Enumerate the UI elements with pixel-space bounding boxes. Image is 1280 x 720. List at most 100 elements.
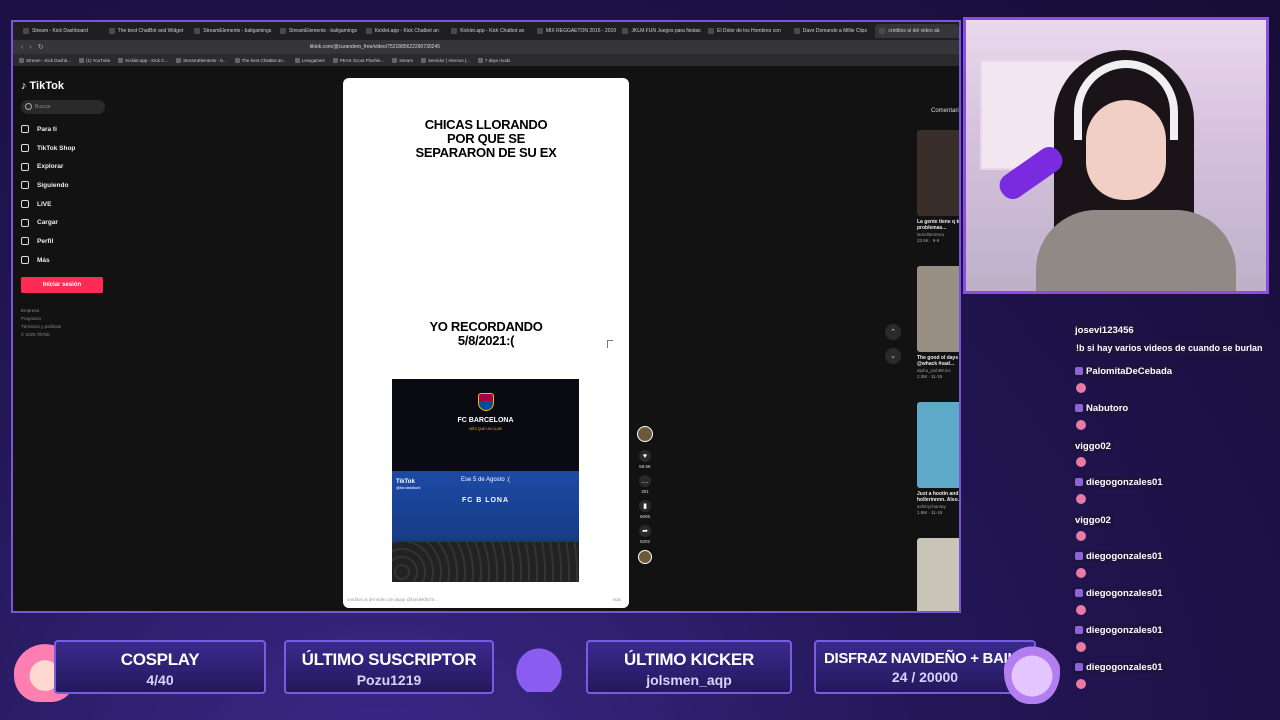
bookmark-item[interactable]: The best ChatBot an... (234, 57, 287, 63)
last-subscriber-value: Pozu1219 (356, 672, 422, 688)
bookmark-item[interactable]: Kicklet.app - Kick C... (118, 57, 168, 63)
video-overlay-text-1: CHICAS LLORANDO POR QUE SE SEPARARON DE … (415, 117, 557, 160)
login-button[interactable]: Iniciar sesión (21, 276, 103, 293)
sub-badge-icon (1075, 404, 1083, 412)
bookmark-favicon-icon (477, 57, 483, 63)
browser-tab[interactable]: StreamElements - baligamings (190, 24, 274, 38)
following-icon (21, 181, 29, 190)
costume-goal-title: DISFRAZ NAVIDEÑO + BAILE (823, 650, 1027, 667)
chat-username[interactable]: josevi123456 (1072, 324, 1137, 337)
chat-message: josevi123456 !b si hay varios videos de c… (1072, 320, 1272, 356)
sidebar-item[interactable]: Perfil (21, 232, 121, 251)
emote-icon (1076, 531, 1086, 541)
bookmark-item[interactable]: (1) YouTube (79, 57, 110, 63)
browser-tab[interactable]: Stream - Kick Dashboard (19, 24, 103, 38)
sidebar-item[interactable]: Siguiendo (21, 176, 121, 195)
bookmark-item[interactable]: stream (392, 57, 413, 63)
chat-username[interactable]: diegogonzales01 (1072, 549, 1166, 563)
sidebar-item[interactable]: LIVE (21, 195, 121, 214)
url-text[interactable]: tiktok.com/@curandero_free/video/7521885… (310, 44, 440, 50)
video-thumbnail (917, 130, 959, 216)
sidebar-item[interactable]: TikTok Shop (21, 139, 121, 158)
search-input[interactable]: Buscar (21, 100, 105, 114)
sidebar-item[interactable]: Para ti (21, 120, 121, 139)
chevron-up-icon: ⌃ (890, 329, 896, 336)
bookmark-item[interactable]: Servidor | Aternos |... (421, 57, 470, 63)
emote-icon (1076, 457, 1086, 467)
browser-tab[interactable]: The best ChatBot and Widget (105, 24, 189, 38)
chat-username[interactable]: Nabutoro (1072, 401, 1132, 415)
streamer-shirt (1036, 210, 1236, 291)
favicon-icon (365, 28, 372, 34)
comment-button[interactable]: … 301 (635, 475, 655, 494)
sound-disc[interactable] (638, 550, 652, 564)
emote-icon (1076, 642, 1086, 652)
share-button[interactable]: ➦ 9202 (635, 525, 655, 544)
save-button[interactable]: ▮ 6606 (635, 500, 655, 519)
chat-username[interactable]: diegogonzales01 (1072, 660, 1166, 674)
browser-tab[interactable]: Davo Domando a Millie Clips (790, 24, 874, 38)
footer-link[interactable]: Términos y políticas (21, 323, 121, 331)
footer-link[interactable]: © 2025 TikTok (21, 331, 121, 339)
bookmark-item[interactable]: PEAK Scout Plushie... (332, 57, 384, 63)
address-bar[interactable]: ‹ › ↻ tiktok.com/@curandero_free/video/7… (13, 40, 959, 54)
bookmarks-bar: Stream - Kick Dashb... (1) YouTube Kicklet… (13, 54, 959, 66)
video-actions: ♥ 58.9K … 301 ▮ 6606 ➦ 9202 (635, 426, 655, 572)
bookmark-favicon-icon (392, 57, 398, 63)
chat-message: diegogonzales01 (1072, 584, 1272, 615)
related-video-card[interactable] (917, 538, 959, 611)
cat-mascot-icon (510, 642, 568, 692)
related-video-card[interactable]: La gente tiene q tener problemas...lamel… (917, 130, 959, 243)
chat-username[interactable]: diegogonzales01 (1072, 623, 1166, 637)
caption-more-link[interactable]: más (612, 597, 621, 602)
tab-comments[interactable]: Comentari (931, 108, 959, 114)
clip-motto: MÉS QUE UN CLUB (469, 427, 502, 431)
reload-icon[interactable]: ↻ (38, 43, 44, 51)
chat-message: viggo02 (1072, 510, 1272, 541)
back-icon[interactable]: ‹ (21, 44, 23, 51)
next-video-button[interactable]: ⌄ (885, 348, 901, 364)
video-caption[interactable]: créditos al del video de abajo @fandeklb… (347, 597, 439, 602)
favicon-icon (708, 28, 715, 34)
browser-tab[interactable]: StreamElements - baligamings (276, 24, 360, 38)
related-video-card[interactable]: The good ol days @whack #sad... alpha_jos… (917, 266, 959, 379)
related-video-card[interactable]: Just a hootin and hollerinnnn. Also... as… (917, 402, 959, 515)
chat-username[interactable]: PalomitaDeCebada (1072, 364, 1176, 378)
last-kicker-value: jolsmen_aqp (646, 672, 732, 688)
chat-username[interactable]: viggo02 (1072, 440, 1114, 453)
like-button[interactable]: ♥ 58.9K (635, 450, 655, 469)
footer-link[interactable]: Empresa (21, 307, 121, 315)
browser-tab[interactable]: créditos al del video ab (875, 24, 959, 38)
browser-tab[interactable]: Kicklet.app - Kick Chatbot an (362, 24, 446, 38)
prev-video-button[interactable]: ⌃ (885, 324, 901, 340)
bookmark-item[interactable]: StreamElements - b... (176, 57, 227, 63)
live-icon (21, 200, 29, 209)
bookmark-item[interactable]: Stream - Kick Dashb... (19, 57, 71, 63)
sidebar-item[interactable]: Explorar (21, 157, 121, 176)
sub-badge-icon (1075, 478, 1083, 486)
bookmark-item[interactable]: Lesxgames (294, 57, 325, 63)
browser-tab[interactable]: El Dolor de los Hombres con (704, 24, 788, 38)
more-icon (21, 256, 29, 265)
tiktok-logo[interactable]: ♪ TikTok (21, 80, 121, 92)
cosplay-panel: COSPLAY 4/40 (54, 640, 266, 694)
sidebar-item[interactable]: Cargar (21, 213, 121, 232)
video-player[interactable]: CHICAS LLORANDO POR QUE SE SEPARARON DE … (343, 78, 629, 608)
nav-arrows: ⌃ ⌄ (885, 324, 901, 364)
creator-avatar[interactable] (637, 426, 653, 442)
sidebar-item[interactable]: Más (21, 251, 121, 270)
clip-top: FC BARCELONA MÉS QUE UN CLUB (392, 379, 579, 471)
bookmark-item[interactable]: 7 days mods (477, 57, 510, 63)
chat-username[interactable]: viggo02 (1072, 514, 1114, 527)
browser-tab[interactable]: JKLM.FUN Juegos para fiestas (618, 24, 702, 38)
browser-tab[interactable]: Kicklet.app - Kick Chatbot an (447, 24, 531, 38)
bookmark-favicon-icon (19, 57, 24, 63)
sub-badge-icon (1075, 663, 1083, 671)
last-kicker-panel: ÚLTIMO KICKER jolsmen_aqp (586, 640, 792, 694)
forward-icon[interactable]: › (29, 44, 31, 51)
chat-username[interactable]: diegogonzales01 (1072, 586, 1166, 600)
chat-username[interactable]: diegogonzales01 (1072, 475, 1166, 489)
footer-link[interactable]: Programa (21, 315, 121, 323)
profile-icon (21, 237, 29, 246)
browser-tab[interactable]: MIX REGGAETON 2016 - 2019 (533, 24, 617, 38)
